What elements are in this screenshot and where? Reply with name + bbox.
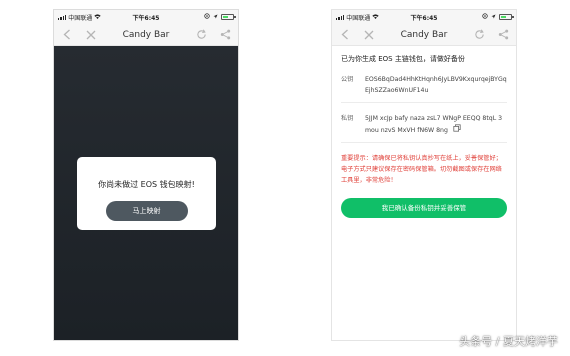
battery-icon [221, 14, 236, 20]
share-icon[interactable] [218, 28, 232, 42]
watermark: 头条号 / 夏天烤洋芋 [459, 335, 558, 348]
mapping-dialog: 你尚未做过 EOS 钱包映射! 马上映射 [77, 157, 216, 230]
webview-dark-background: 你尚未做过 EOS 钱包映射! 马上映射 [54, 46, 238, 340]
carrier-label: 中国联通 [68, 14, 93, 22]
nav-bar: Candy Bar [54, 24, 238, 46]
location-icon [491, 14, 496, 21]
status-bar: 中国联通 下午6:45 [332, 10, 516, 24]
refresh-icon[interactable] [472, 28, 486, 42]
orientation-lock-icon [204, 13, 210, 21]
signal-icon [58, 14, 67, 20]
public-key-label: 公钥 [341, 76, 354, 83]
private-key-label: 私钥 [341, 115, 354, 122]
divider [341, 102, 507, 103]
dialog-message: 你尚未做过 EOS 钱包映射! [98, 180, 195, 189]
phone-screen-right: 中国联通 下午6:45 Candy Bar 已为你生成 EOS 主链钱包，请做好… [331, 9, 517, 341]
orientation-lock-icon [482, 13, 488, 21]
copy-icon[interactable] [453, 124, 461, 136]
location-icon [213, 14, 218, 21]
wifi-icon [372, 13, 379, 21]
nav-title: Candy Bar [122, 29, 170, 40]
warning-text: 重要提示：请确保已将私钥认真抄写在纸上，妥善保管好；电子方式只建议保存在密码保管… [341, 155, 502, 184]
status-bar: 中国联通 下午6:45 [54, 10, 238, 24]
nav-bar: Candy Bar [332, 24, 516, 46]
close-icon[interactable] [84, 28, 98, 42]
share-icon[interactable] [496, 28, 510, 42]
wallet-created-heading: 已为你生成 EOS 主链钱包，请做好备份 [341, 55, 465, 63]
battery-icon [499, 14, 514, 20]
confirm-backup-button[interactable]: 我已确认备份私钥并妥善保管 [341, 198, 507, 218]
signal-icon [336, 14, 345, 20]
private-key-row: 私钥 5JJM xcJp bafy naza zsL7 WNgP EEQQ 8t… [341, 113, 507, 136]
status-time: 下午6:45 [410, 14, 438, 22]
back-icon[interactable] [60, 28, 74, 42]
wallet-backup-content: 已为你生成 EOS 主链钱包，请做好备份 公钥 EOS6BqDad4HhKtHq… [332, 46, 516, 340]
divider [341, 142, 507, 143]
close-icon[interactable] [362, 28, 376, 42]
map-now-button[interactable]: 马上映射 [105, 201, 188, 221]
phone-screen-left: 中国联通 下午6:45 Candy Bar 你尚未做过 EOS 钱包映射! 马上… [53, 9, 239, 341]
refresh-icon[interactable] [194, 28, 208, 42]
status-time: 下午6:45 [132, 14, 160, 22]
back-icon[interactable] [338, 28, 352, 42]
nav-title: Candy Bar [400, 29, 448, 40]
public-key-row: 公钥 EOS6BqDad4HhKtHqnh6JyLBV9KxqurqejBYGq… [341, 74, 507, 96]
wifi-icon [94, 13, 101, 21]
public-key-value: EOS6BqDad4HhKtHqnh6JyLBV9KxqurqejBYGqEjh… [365, 76, 507, 94]
carrier-label: 中国联通 [346, 14, 371, 22]
private-key-value: 5JJM xcJp bafy naza zsL7 WNgP EEQQ 8tqL … [365, 115, 503, 134]
